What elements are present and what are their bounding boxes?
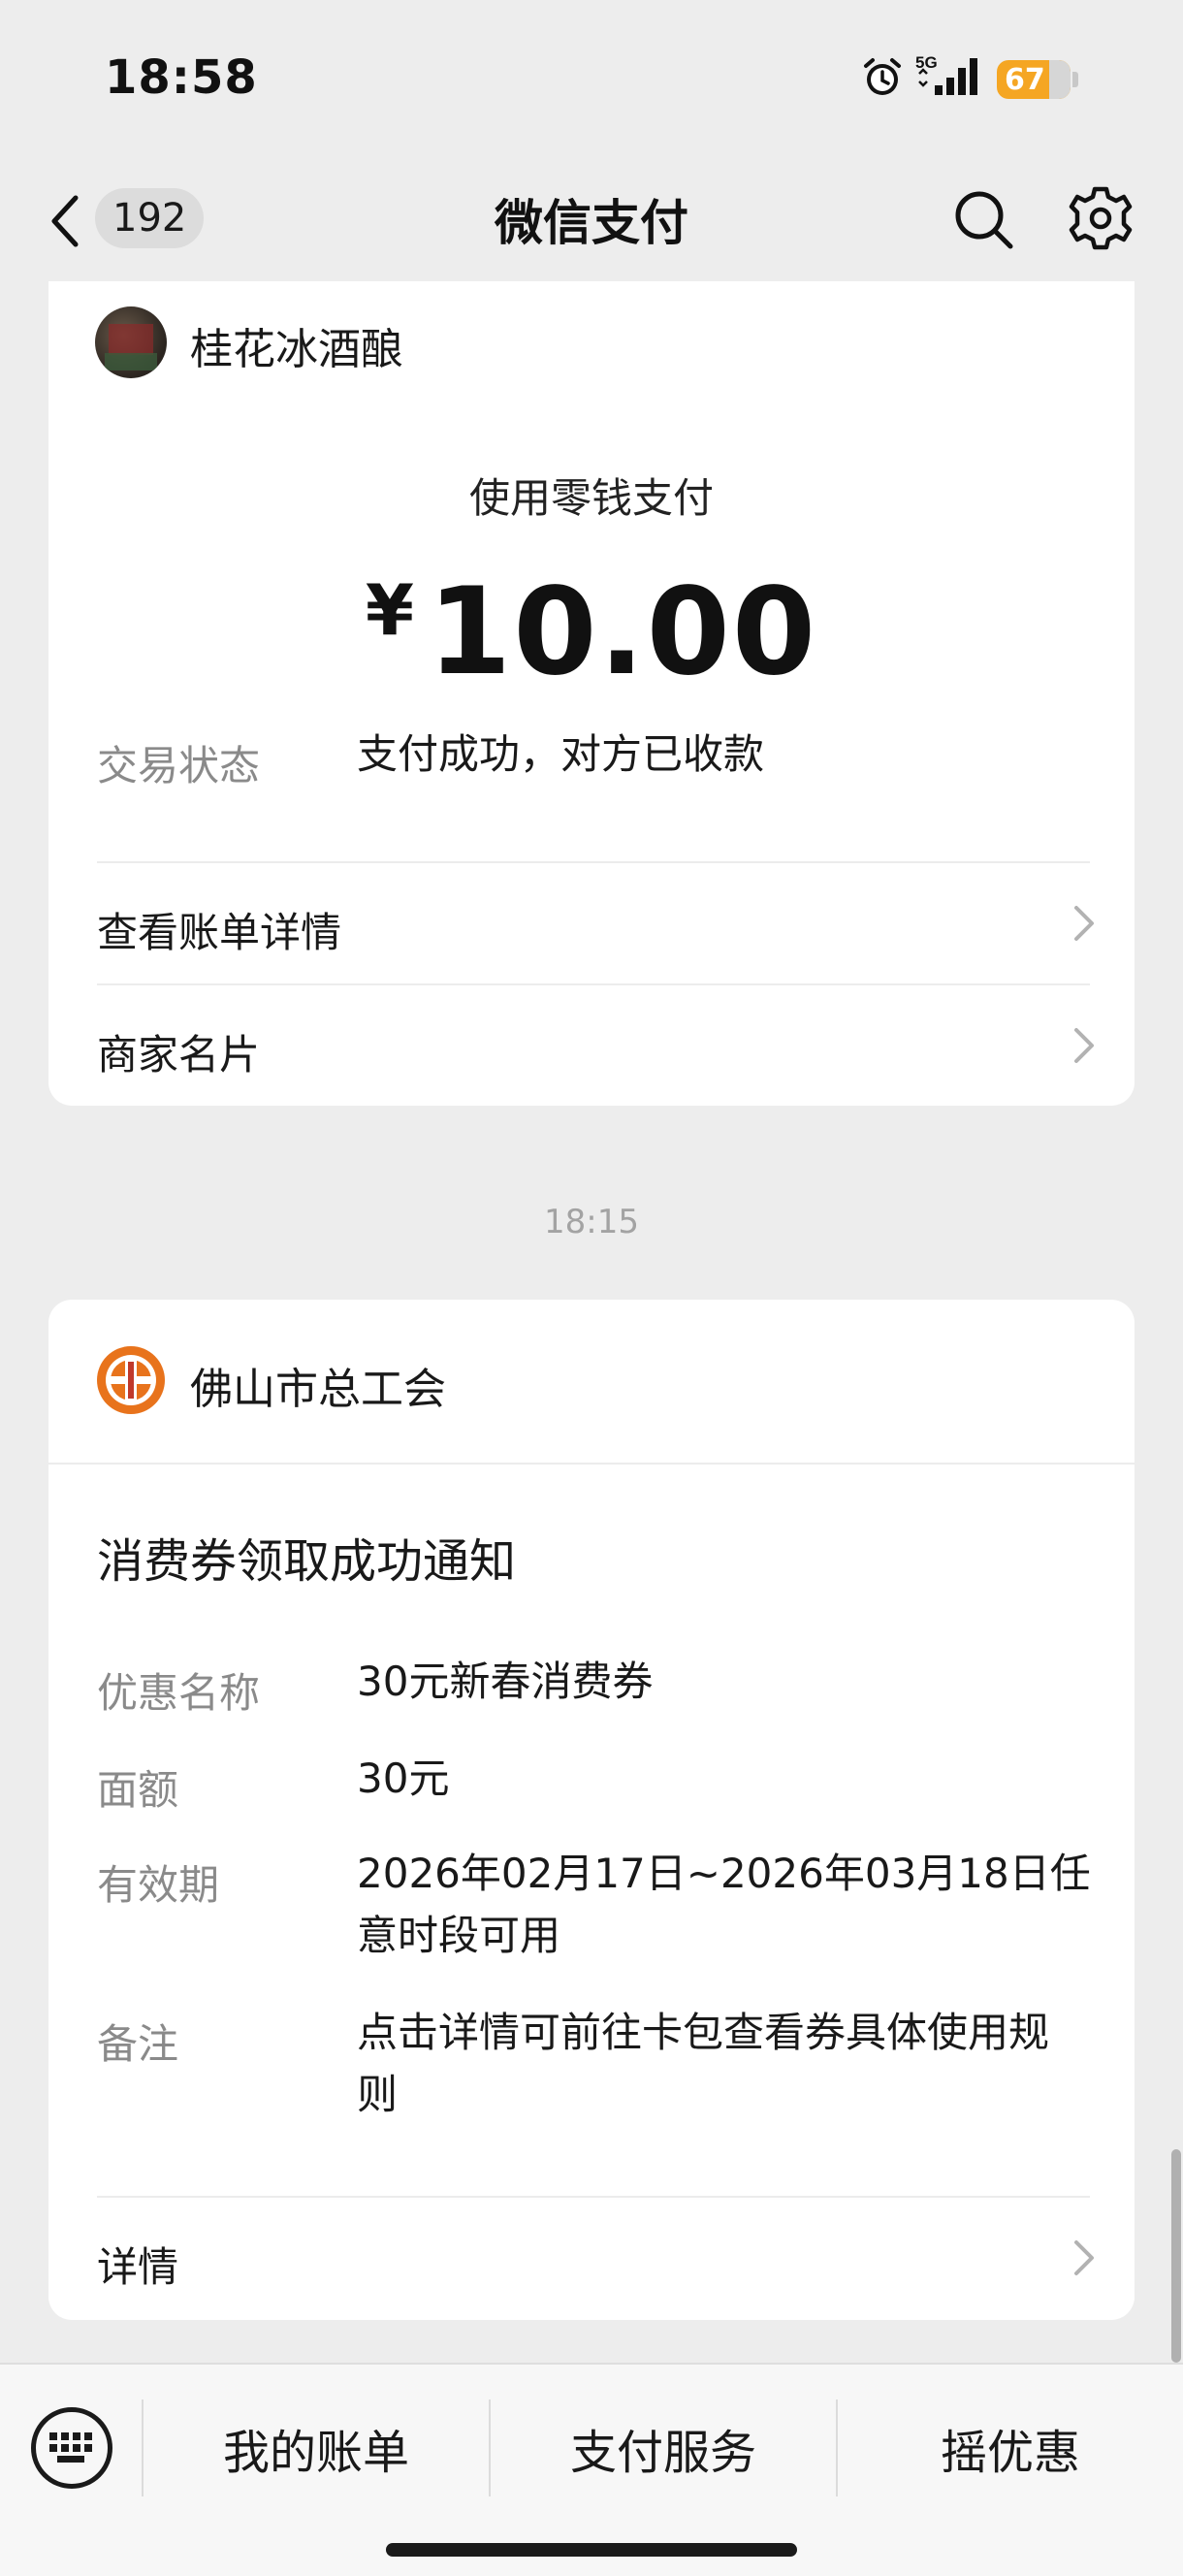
amount-value: 10.00 (427, 563, 818, 702)
validity-label: 有效期 (97, 1861, 220, 1909)
remark-value: 点击详情可前往卡包查看券具体使用规则 (357, 2009, 1050, 2118)
network-label: 5G (915, 53, 938, 72)
status-bar: 18:58 5G 67 (0, 0, 1183, 155)
merchant-card-label: 商家名片 (97, 1031, 261, 1079)
notice-title: 消费券领取成功通知 (97, 1534, 517, 1589)
face-value-value: 30元 (357, 1755, 450, 1802)
keyboard-icon[interactable] (31, 2407, 112, 2489)
menu-shake-deals[interactable]: 摇优惠 (838, 2399, 1183, 2496)
battery-tip (1072, 72, 1078, 87)
merchant-name: 桂花冰酒酿 (190, 325, 403, 374)
merchant-avatar (95, 306, 167, 378)
merchant-card-link[interactable]: 商家名片 (48, 985, 1135, 1106)
keyboard-glyph (49, 2432, 92, 2463)
details-link[interactable]: 详情 (48, 2198, 1135, 2318)
status-value: 支付成功，对方已收款 (357, 730, 765, 778)
coupon-notice-card[interactable]: 佛山市总工会 消费券领取成功通知 优惠名称 30元新春消费券 面额 30元 有效… (48, 1300, 1135, 2320)
coupon-name-label: 优惠名称 (97, 1669, 261, 1717)
status-label: 交易状态 (97, 742, 261, 789)
chevron-right-icon (1074, 2240, 1094, 2275)
signal-icon: 5G (915, 53, 977, 95)
view-bill-details-link[interactable]: 查看账单详情 (48, 863, 1135, 983)
divider (48, 1463, 1135, 1465)
status-time: 18:58 (105, 50, 258, 105)
search-icon[interactable] (950, 186, 1016, 252)
currency-symbol: ¥ (365, 569, 414, 651)
validity-value: 2026年02月17日~2026年03月18日任意时段可用 (357, 1850, 1091, 1959)
coupon-name-value: 30元新春消费券 (357, 1658, 654, 1705)
alarm-icon (864, 58, 901, 95)
message-timestamp: 18:15 (544, 1203, 639, 1241)
remark-label: 备注 (97, 2020, 179, 2068)
face-value-label: 面额 (97, 1766, 179, 1814)
battery-icon: 67 (997, 60, 1071, 99)
home-indicator[interactable] (386, 2543, 797, 2557)
payment-method: 使用零钱支付 (468, 474, 714, 522)
payment-amount: ¥10.00 (48, 563, 1135, 702)
details-label: 详情 (97, 2243, 179, 2291)
chevron-right-icon (1074, 906, 1094, 941)
payment-card[interactable]: 桂花冰酒酿 使用零钱支付 ¥10.00 交易状态 支付成功，对方已收款 查看账单… (48, 281, 1135, 1106)
chevron-right-icon (1074, 1028, 1094, 1063)
menu-payment-services[interactable]: 支付服务 (491, 2399, 836, 2496)
menu-my-bills[interactable]: 我的账单 (144, 2399, 489, 2496)
nav-bar: 192 微信支付 (0, 165, 1183, 281)
screen: 18:58 5G 67 192 微信支付 桂花冰酒酿 使用零钱支付 ¥ 10.0… (0, 0, 1183, 2576)
org-name: 佛山市总工会 (190, 1365, 446, 1414)
battery-level: 67 (1005, 62, 1045, 97)
settings-icon[interactable] (1067, 184, 1135, 252)
view-bill-details-label: 查看账单详情 (97, 909, 342, 956)
trade-union-logo-icon (97, 1346, 165, 1414)
scrollbar-thumb[interactable] (1171, 2149, 1181, 2363)
